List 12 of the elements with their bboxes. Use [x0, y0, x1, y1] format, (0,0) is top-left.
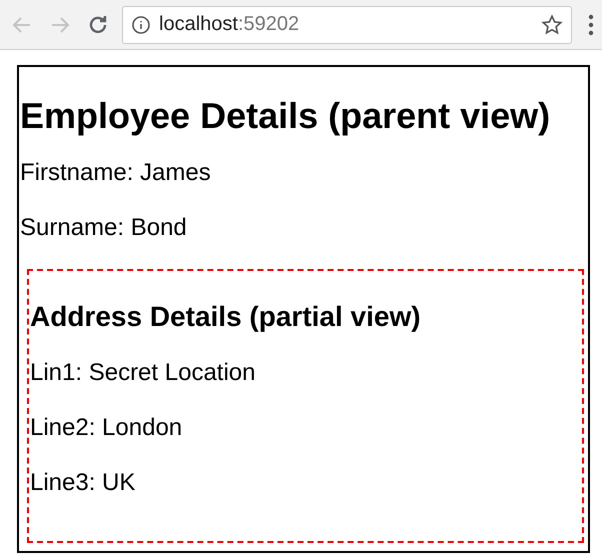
- url-text: localhost:59202: [159, 13, 300, 36]
- page-heading: Employee Details (parent view): [20, 95, 552, 137]
- detail-text: Firstname: James: [20, 159, 212, 187]
- address-bar[interactable]: localhost:59202: [122, 6, 572, 44]
- address-text: Line3: UK: [30, 469, 136, 497]
- detail-text: Surname: Bond: [20, 214, 188, 242]
- menu-icon[interactable]: [588, 14, 594, 36]
- star-icon[interactable]: [541, 14, 563, 36]
- address-text: Line2: London: [30, 414, 184, 442]
- section-heading: Address Details (partial view): [30, 301, 422, 333]
- address-text: Lin1: Secret Location: [30, 359, 256, 387]
- info-icon: [131, 14, 151, 34]
